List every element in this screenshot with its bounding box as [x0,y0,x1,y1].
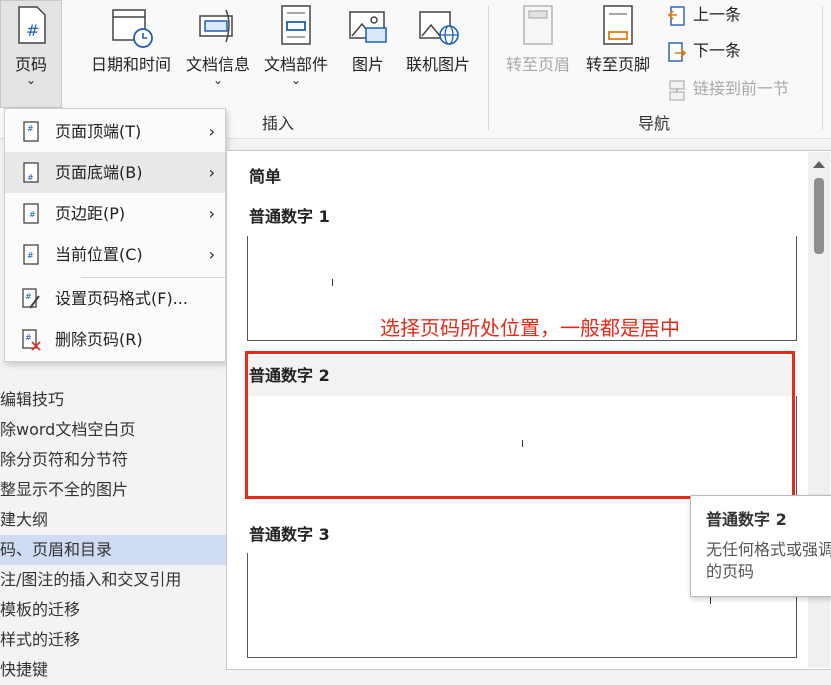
menu-item-label: 页边距(P) [55,204,126,223]
page-margin-icon: # [23,203,39,224]
highlight-box [245,351,795,499]
online-picture-icon [419,11,459,45]
nav-heading[interactable]: 快捷键 [0,655,228,685]
menu-item-label: 页面顶端(T) [55,122,142,141]
goto-header-button[interactable]: 转至页眉 [500,4,576,75]
picture-button[interactable]: 图片 [342,4,394,75]
svg-text:#: # [26,21,39,40]
next-label: 下一条 [693,41,742,60]
svg-text:#: # [27,251,34,260]
document-info-label: 文档信息 [185,55,250,74]
previous-label: 上一条 [693,5,742,24]
picture-label: 图片 [351,55,384,74]
link-previous-label: 链接到前一节 [693,79,790,98]
quick-parts-button[interactable]: 文档部件 ⌄ [258,4,334,87]
page-number-menu: # 页面顶端(T) › # 页面底端(B) › # 页边距(P) › # 当前位… [4,108,226,362]
nav-heading[interactable]: 整显示不全的图片 [0,475,228,505]
nav-heading[interactable]: 除word文档空白页 [0,415,228,445]
chevron-down-icon: ⌄ [212,73,224,87]
chevron-right-icon: › [208,245,215,264]
nav-heading[interactable]: 注/图注的插入和交叉引用 [0,565,228,595]
nav-heading[interactable]: 模板的迁移 [0,595,228,625]
gallery-option-title: 普通数字 1 [249,207,330,226]
next-button[interactable]: 下一条 [667,38,741,64]
group-separator [822,6,823,130]
group-separator [488,6,489,130]
previous-icon [667,5,685,26]
scrollbar-thumb[interactable] [814,178,824,254]
goto-footer-label: 转至页脚 [585,55,650,74]
navigation-pane: 编辑技巧 除word文档空白页 除分页符和分节符 整显示不全的图片 建大纲 码、… [0,385,228,679]
insert-group-label: 插入 [262,114,295,133]
menu-item-label: 设置页码格式(F)... [55,289,188,308]
nav-heading-selected[interactable]: 码、页眉和目录 [0,535,228,565]
goto-footer-icon [603,5,633,45]
remove-page-number-icon: # [22,329,41,351]
link-previous-button[interactable]: 链接到前一节 [667,76,789,102]
document-info-button[interactable]: 文档信息 ⌄ [180,4,256,87]
menu-item-label: 页面底端(B) [55,163,143,182]
scroll-up-arrow-icon[interactable] [808,156,830,172]
svg-text:#: # [27,124,34,133]
date-time-button[interactable]: 日期和时间 [85,4,177,75]
tooltip-description-line: 无任何格式或强调 [706,540,831,559]
goto-header-label: 转至页眉 [505,55,570,74]
tooltip-description-line: 的页码 [706,562,755,581]
chevron-down-icon: ⌄ [290,73,302,87]
tooltip-title: 普通数字 2 [706,510,787,529]
gallery-section-title: 简单 [249,167,282,186]
tooltip-description: 无任何格式或强调 的页码 [706,539,831,583]
menu-item-remove-page-number[interactable]: # 删除页码(R) [5,319,225,360]
current-position-icon: # [23,244,39,265]
page-number-icon: # [18,6,46,44]
nav-heading[interactable]: 建大纲 [0,505,228,535]
menu-item-current-position[interactable]: # 当前位置(C) › [5,234,225,275]
chevron-right-icon: › [208,204,215,223]
calendar-clock-icon [112,9,153,48]
annotation-text: 选择页码所处位置，一般都是居中 [380,316,680,340]
menu-item-label: 删除页码(R) [55,330,143,349]
page-top-icon: # [23,121,39,142]
page-bottom-icon: # [23,162,39,183]
svg-text:#: # [25,333,32,342]
nav-heading[interactable]: 样式的迁移 [0,625,228,655]
quick-parts-label: 文档部件 [263,55,328,74]
next-icon [668,41,687,62]
date-time-label: 日期和时间 [90,55,171,74]
previous-button[interactable]: 上一条 [667,2,741,28]
page-number-marker [710,597,711,604]
online-picture-button[interactable]: 联机图片 [400,4,476,75]
format-page-number-icon: # [22,288,40,309]
tooltip: 普通数字 2 无任何格式或强调 的页码 [690,495,831,597]
nav-heading[interactable]: 编辑技巧 [0,385,228,415]
page-number-marker [332,279,333,286]
menu-item-page-margin[interactable]: # 页边距(P) › [5,193,225,234]
menu-item-format-page-number[interactable]: # 设置页码格式(F)... [5,278,225,319]
document-info-icon [199,9,233,43]
goto-header-icon [523,5,553,45]
link-previous-icon [669,79,685,101]
goto-footer-button[interactable]: 转至页脚 [580,4,656,75]
navigation-group-label: 导航 [638,114,671,133]
menu-item-label: 当前位置(C) [55,245,143,264]
menu-item-page-top[interactable]: # 页面顶端(T) › [5,111,225,152]
quick-parts-icon [281,5,311,45]
page-number-label: 页码 [14,55,47,74]
chevron-right-icon: › [208,163,215,182]
menu-item-page-bottom[interactable]: # 页面底端(B) › [5,152,225,193]
page-number-button[interactable]: # 页码 ⌄ [0,0,62,108]
online-picture-label: 联机图片 [405,55,470,74]
nav-heading[interactable]: 除分页符和分节符 [0,445,228,475]
gallery-option-title: 普通数字 3 [249,525,330,544]
svg-text:#: # [27,173,34,182]
chevron-right-icon: › [208,122,215,141]
picture-icon [349,11,387,43]
chevron-down-icon: ⌄ [25,73,37,87]
svg-text:#: # [25,292,32,301]
svg-text:#: # [29,210,36,219]
